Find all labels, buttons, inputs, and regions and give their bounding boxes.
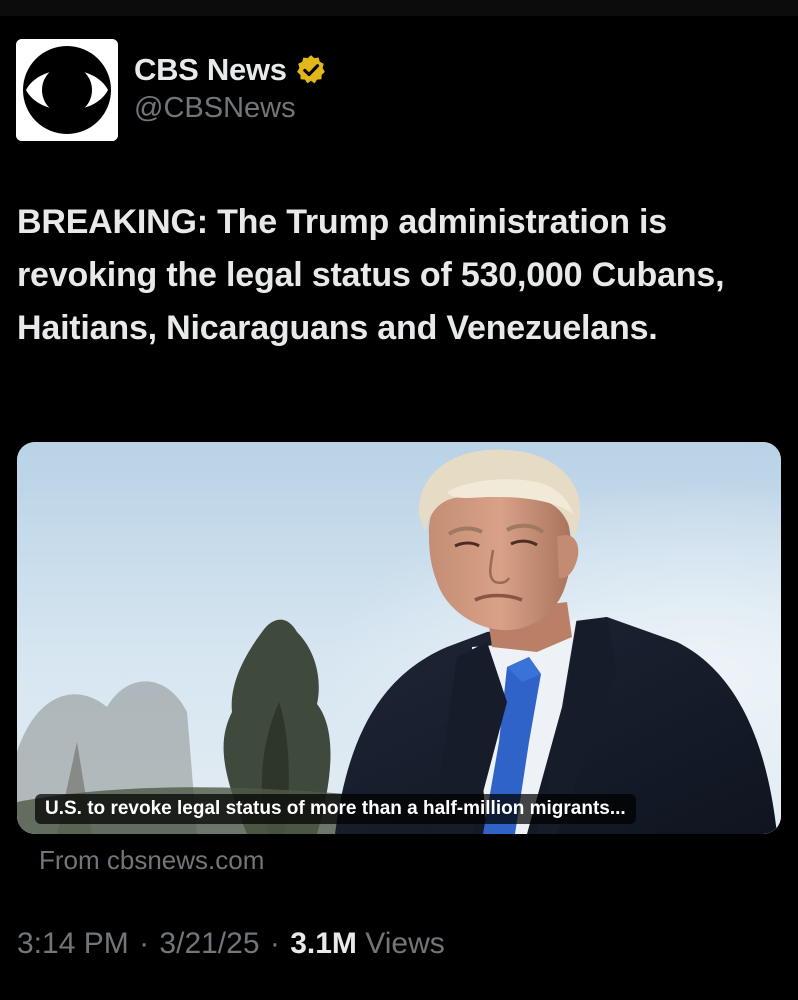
- tweet-date[interactable]: 3/21/25: [159, 927, 259, 960]
- author-name-row[interactable]: CBS News: [134, 50, 328, 90]
- verified-badge-icon: [294, 53, 328, 87]
- author-avatar[interactable]: [16, 39, 118, 141]
- views-count[interactable]: 3.1M: [290, 927, 357, 960]
- cbs-eye-logo-icon: [16, 39, 118, 141]
- link-card[interactable]: U.S. to revoke legal status of more than…: [17, 442, 781, 834]
- meta-separator: ·: [269, 927, 280, 960]
- views-label: Views: [365, 927, 445, 960]
- tweet-time[interactable]: 3:14 PM: [17, 927, 129, 960]
- author-handle[interactable]: @CBSNews: [134, 92, 296, 125]
- author-display-name[interactable]: CBS News: [134, 52, 287, 88]
- tweet-meta: 3:14 PM · 3/21/25 · 3.1M Views: [17, 927, 445, 961]
- meta-separator: ·: [139, 927, 150, 960]
- card-photo: [17, 442, 781, 834]
- tweet-text: BREAKING: The Trump administration is re…: [17, 203, 725, 347]
- card-source-link[interactable]: From cbsnews.com: [39, 845, 264, 876]
- tweet: CBS News @CBSNews BREAKING: The Trump ad…: [0, 0, 798, 1000]
- card-headline: U.S. to revoke legal status of more than…: [35, 794, 636, 824]
